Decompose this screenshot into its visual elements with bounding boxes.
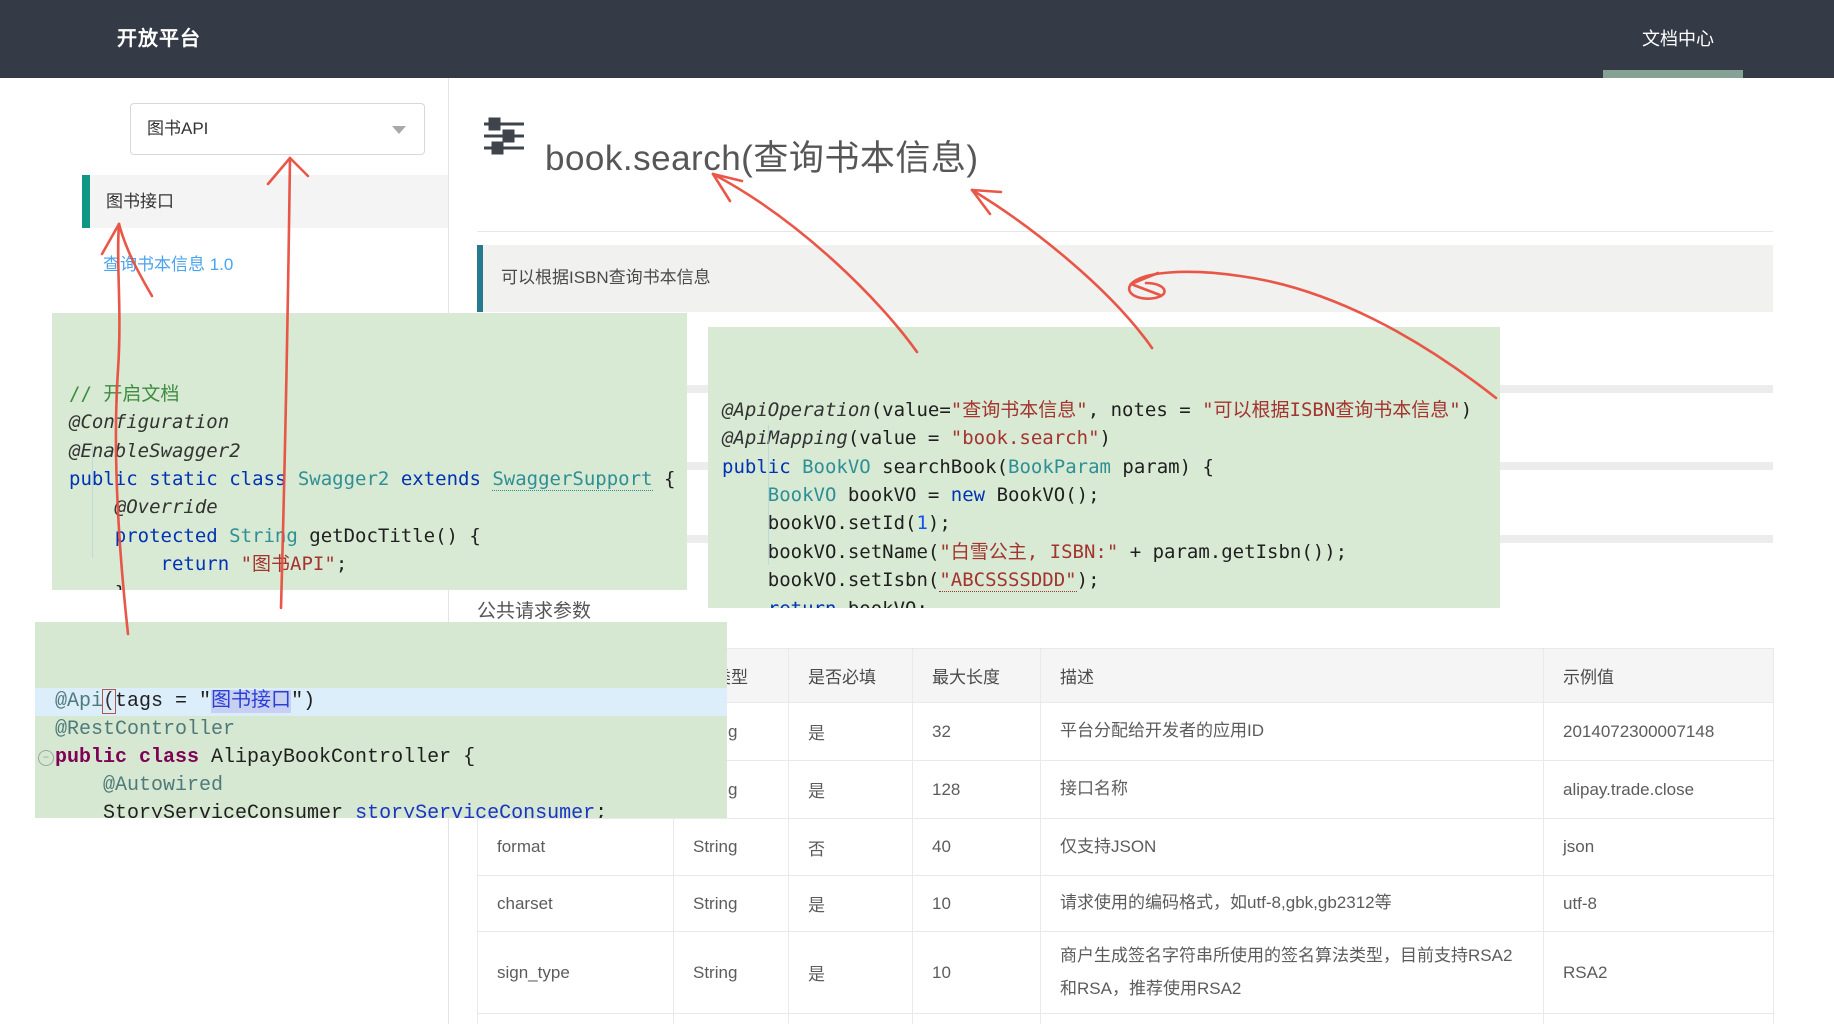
table-cell: 128 [913,761,1041,819]
section-heading: 公共请求参数 [477,596,591,623]
api-dropdown[interactable]: 图书API [130,103,425,155]
table-cell [478,1014,674,1024]
code-fold-icon: – [38,750,54,766]
divider [477,231,1773,232]
sidebar-item-book-api-group[interactable]: 图书接口 [82,175,448,228]
api-summary-text: 可以根据ISBN查询书本信息 [501,245,1773,310]
table-cell: json [1544,819,1774,876]
table-cell: 2014072300007148 [1544,703,1774,761]
table-cell: 32 [913,703,1041,761]
table-cell: 商户生成签名字符串所使用的签名算法类型，目前支持RSA2和RSA，推荐使用RSA… [1041,932,1544,1014]
brand-title: 开放平台 [117,0,201,78]
chevron-down-icon [392,126,406,134]
table-cell: charset [478,876,674,932]
table-cell: utf-8 [1544,876,1774,932]
table-cell [1544,1014,1774,1024]
table-cell: format [478,819,674,876]
table-row: charsetString是10请求使用的编码格式，如utf-8,gbk,gb2… [478,876,1774,932]
column-header: 示例值 [1544,649,1774,703]
sliders-icon [482,116,526,156]
table-cell: 是 [789,761,913,819]
table-cell: 40 [913,819,1041,876]
code-screenshot-controller-class: – ,@Api(tags = "图书接口")@RestControllerpub… [35,622,727,818]
table-cell: 接口名称 [1041,761,1544,819]
table-cell: 10 [913,932,1041,1014]
active-group-bar [82,175,90,228]
table-row: sign_typeString是10商户生成签名字符串所使用的签名算法类型，目前… [478,932,1774,1014]
sidebar-item-version-link[interactable]: 查询书本信息 1.0 [103,250,233,275]
table-cell: 平台分配给开发者的应用ID [1041,703,1544,761]
table-cell: 仅支持JSON [1041,819,1544,876]
column-header: 是否必填 [789,649,913,703]
table-cell: 10 [913,876,1041,932]
table-cell: alipay.trade.close [1544,761,1774,819]
column-header: 描述 [1041,649,1544,703]
nav-doc-center[interactable]: 文档中心 [1642,0,1714,78]
table-cell: 是 [789,932,913,1014]
table-row: formatString否40仅支持JSONjson [478,819,1774,876]
table-cell: sign_type [478,932,674,1014]
table-cell: 是 [789,703,913,761]
code-screenshot-swagger-config: // 开启文档@Configuration@EnableSwagger2publ… [52,313,687,590]
table-cell [1041,1014,1544,1024]
api-summary-bar: 可以根据ISBN查询书本信息 [477,245,1773,312]
page-title: book.search(查询书本信息) [545,130,978,181]
table-row-clipped [478,1014,1774,1024]
table-cell: RSA2 [1544,932,1774,1014]
table-cell: 是 [789,876,913,932]
table-cell [913,1014,1041,1024]
table-cell [674,1014,789,1024]
sidebar-group-label: 图书接口 [106,175,174,228]
table-cell: 请求使用的编码格式，如utf-8,gbk,gb2312等 [1041,876,1544,932]
column-header: 最大长度 [913,649,1041,703]
table-cell [789,1014,913,1024]
code-screenshot-controller-method: @ApiOperation(value="查询书本信息", notes = "可… [708,327,1500,608]
api-dropdown-value: 图书API [147,104,208,154]
table-cell: 否 [789,819,913,876]
table-cell: String [674,819,789,876]
table-cell: String [674,932,789,1014]
table-cell: String [674,876,789,932]
top-navbar: 开放平台 文档中心 [0,0,1834,78]
active-tab-underline [1603,70,1743,78]
